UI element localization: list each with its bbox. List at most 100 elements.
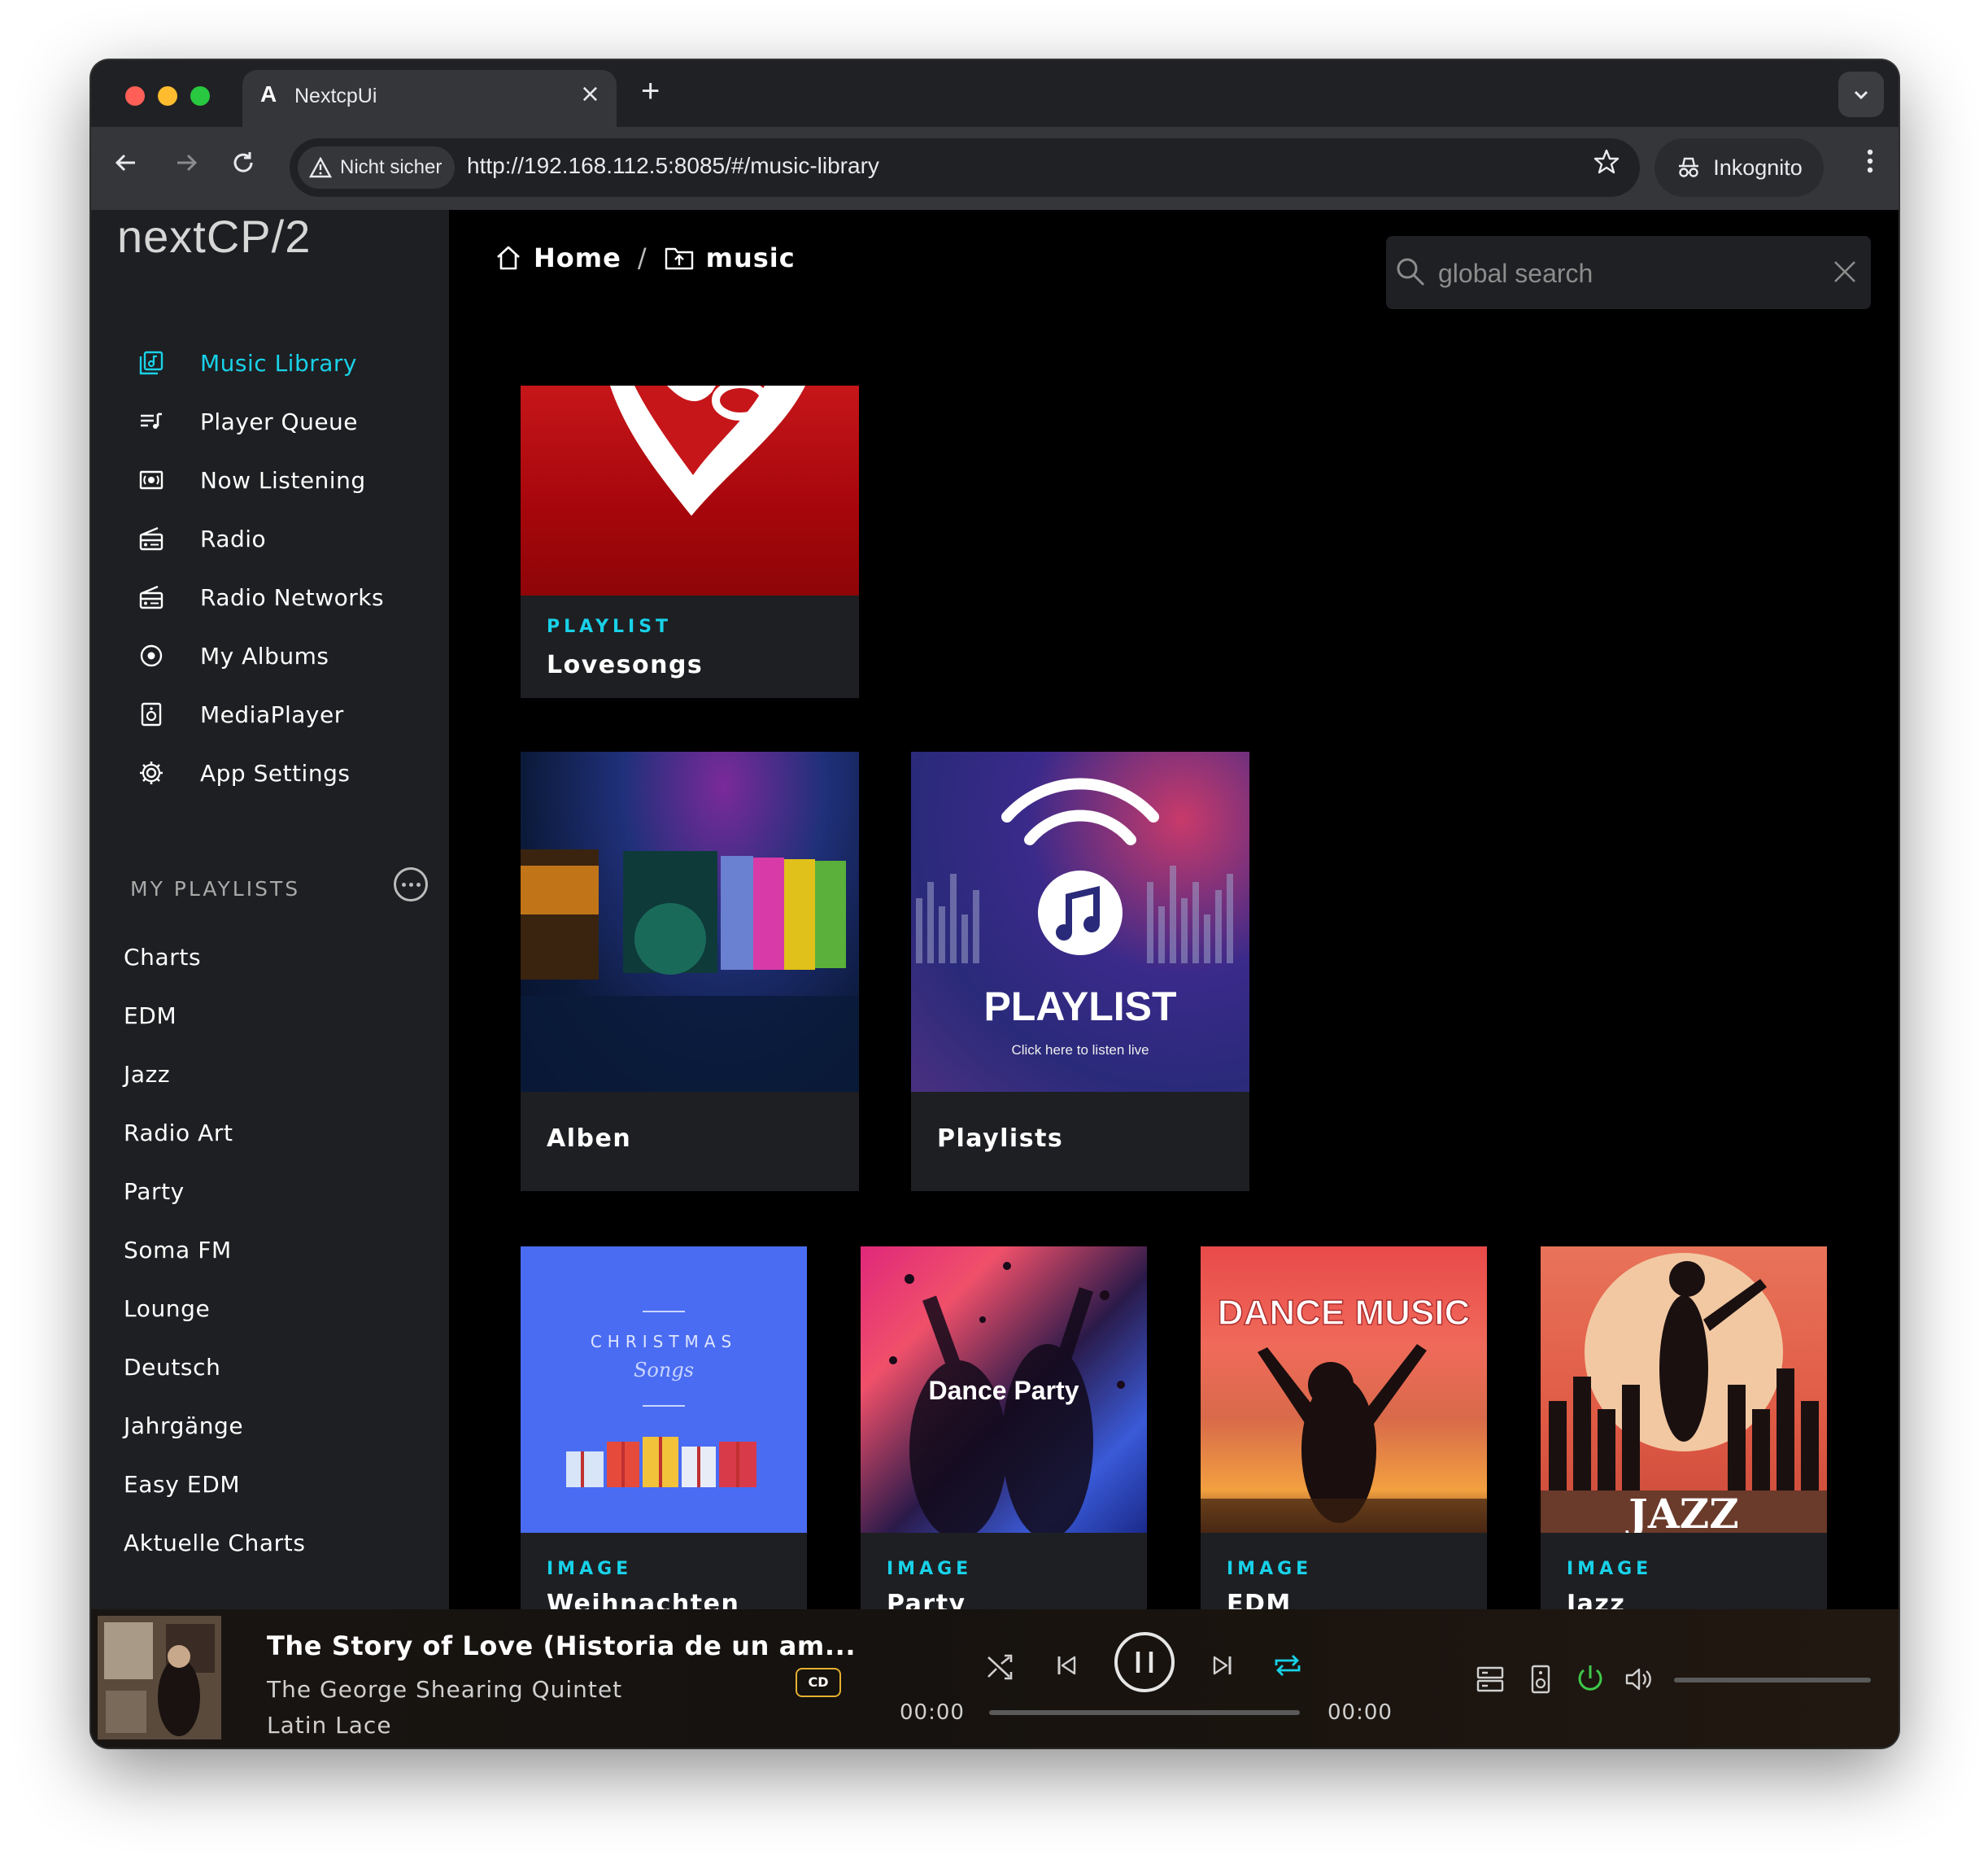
playlist-item[interactable]: Jazz bbox=[124, 1045, 306, 1103]
party-art-text: Dance Party bbox=[929, 1376, 1079, 1405]
new-tab-button[interactable]: + bbox=[641, 73, 660, 110]
nav-label: MediaPlayer bbox=[200, 700, 344, 728]
skip-previous-icon bbox=[1057, 1656, 1076, 1675]
track-artist: The George Shearing Quintet bbox=[267, 1676, 623, 1703]
breadcrumb-home[interactable]: Home bbox=[534, 242, 621, 273]
card-art-playlists: PLAYLIST Click here to listen live bbox=[911, 752, 1249, 1092]
power-button[interactable] bbox=[1572, 1660, 1609, 1697]
shuffle-button[interactable] bbox=[981, 1645, 1022, 1686]
playlists-more-button[interactable] bbox=[394, 867, 428, 901]
browser-menu-icon[interactable] bbox=[1866, 146, 1874, 182]
card-jazz[interactable]: JAZZ IMAGE Jazz bbox=[1541, 1246, 1827, 1639]
shuffle-icon bbox=[987, 1654, 1013, 1680]
renderer-button[interactable] bbox=[1523, 1661, 1559, 1697]
time-elapsed: 00:00 bbox=[900, 1700, 965, 1725]
close-window-button[interactable] bbox=[125, 86, 145, 106]
album-cover[interactable] bbox=[98, 1616, 221, 1739]
playlist-item[interactable]: Soma FM bbox=[124, 1220, 306, 1279]
server-icon bbox=[1476, 1666, 1504, 1692]
tab-favicon-icon: A bbox=[260, 81, 277, 107]
incognito-badge[interactable]: Inkognito bbox=[1654, 138, 1824, 197]
playlist-item[interactable]: Deutsch bbox=[124, 1338, 306, 1396]
arrow-left-icon bbox=[115, 154, 135, 172]
card-art-edm: DANCE MUSIC bbox=[1201, 1246, 1487, 1533]
incognito-icon bbox=[1679, 157, 1699, 177]
card-art-party: Dance Party bbox=[861, 1246, 1147, 1533]
zoom-window-button[interactable] bbox=[190, 86, 210, 106]
playlist-item[interactable]: Charts bbox=[124, 927, 306, 986]
url-text[interactable]: http://192.168.112.5:8085/#/music-librar… bbox=[467, 153, 879, 179]
power-icon bbox=[1578, 1665, 1602, 1691]
nav-label: App Settings bbox=[200, 759, 351, 787]
breadcrumb: Home / music bbox=[495, 242, 796, 273]
nav-item-music-library[interactable]: Music Library bbox=[91, 334, 449, 392]
playlist-item[interactable]: Party bbox=[124, 1162, 306, 1220]
nav-item-app-settings[interactable]: App Settings bbox=[91, 744, 449, 802]
card-playlists[interactable]: PLAYLIST Click here to listen live Playl… bbox=[911, 752, 1249, 1191]
card-alben[interactable]: Alben bbox=[521, 752, 859, 1191]
server-button[interactable] bbox=[1472, 1661, 1508, 1697]
play-pause-button[interactable] bbox=[1113, 1630, 1176, 1694]
progress-bar[interactable] bbox=[989, 1710, 1300, 1715]
library-music-icon bbox=[137, 348, 166, 378]
previous-button[interactable] bbox=[1046, 1645, 1087, 1686]
tab-close-icon[interactable]: × bbox=[580, 80, 600, 108]
queue-icon bbox=[137, 407, 166, 436]
nav-label: Player Queue bbox=[200, 408, 359, 435]
playlist-item[interactable]: Radio Art bbox=[124, 1103, 306, 1162]
bookmark-star-icon[interactable] bbox=[1593, 148, 1620, 183]
search-input[interactable] bbox=[1437, 236, 1830, 311]
browser-toolbar: Nicht sicher http://192.168.112.5:8085/#… bbox=[91, 127, 1899, 210]
volume-button[interactable] bbox=[1620, 1661, 1656, 1697]
card-party[interactable]: Dance Party IMAGE Party bbox=[861, 1246, 1147, 1639]
heart-logo-icon bbox=[610, 386, 805, 516]
reload-button[interactable] bbox=[229, 148, 257, 184]
playlist-item[interactable]: Lounge bbox=[124, 1279, 306, 1338]
playlist-list: Charts EDM Jazz Radio Art Party Soma FM … bbox=[124, 927, 306, 1572]
card-type-label: IMAGE bbox=[547, 1559, 633, 1579]
nav-item-radio-networks[interactable]: Radio Networks bbox=[91, 568, 449, 626]
chevron-down-icon bbox=[1854, 90, 1868, 100]
jazz-art-text: JAZZ bbox=[1625, 1490, 1738, 1533]
card-edm[interactable]: DANCE MUSIC IMAGE EDM bbox=[1201, 1246, 1487, 1639]
time-total: 00:00 bbox=[1328, 1700, 1393, 1725]
playlist-item[interactable]: Easy EDM bbox=[124, 1455, 306, 1513]
christmas-art-subtext: Songs bbox=[634, 1359, 694, 1381]
nav-item-my-albums[interactable]: My Albums bbox=[91, 626, 449, 685]
forward-button[interactable] bbox=[172, 148, 200, 184]
gear-icon bbox=[137, 758, 166, 788]
nav-item-radio[interactable]: Radio bbox=[91, 509, 449, 568]
next-button[interactable] bbox=[1202, 1645, 1243, 1686]
pause-icon bbox=[1114, 1632, 1175, 1692]
repeat-button[interactable] bbox=[1267, 1645, 1308, 1686]
home-icon bbox=[497, 246, 520, 270]
minimize-window-button[interactable] bbox=[158, 86, 177, 106]
nav-label: Music Library bbox=[200, 349, 357, 377]
card-art-jazz: JAZZ bbox=[1541, 1246, 1827, 1533]
track-title: The Story of Love (Historia de un am... bbox=[267, 1630, 857, 1661]
incognito-label: Inkognito bbox=[1713, 155, 1803, 180]
card-weihnachten[interactable]: CHRISTMAS Songs IMAGE Weihnachten bbox=[521, 1246, 807, 1639]
nav-item-player-queue[interactable]: Player Queue bbox=[91, 392, 449, 451]
playlist-item[interactable]: Aktuelle Charts bbox=[124, 1513, 306, 1572]
address-bar[interactable]: Nicht sicher http://192.168.112.5:8085/#… bbox=[290, 138, 1640, 197]
app-content: nextCP/2 Music Library Player Queue Now … bbox=[91, 210, 1899, 1639]
close-icon[interactable] bbox=[1829, 255, 1861, 288]
radio-icon bbox=[137, 524, 166, 553]
security-indicator[interactable]: Nicht sicher bbox=[298, 146, 456, 189]
card-lovesongs[interactable]: PLAYLIST Lovesongs bbox=[521, 386, 859, 698]
card-type-label: IMAGE bbox=[1567, 1559, 1653, 1579]
more-dot-icon bbox=[408, 882, 413, 887]
playlist-item[interactable]: EDM bbox=[124, 986, 306, 1045]
volume-slider[interactable] bbox=[1674, 1678, 1871, 1683]
playlist-item[interactable]: Jahrgänge bbox=[124, 1396, 306, 1455]
christmas-art-text: CHRISTMAS bbox=[591, 1332, 737, 1351]
browser-tab[interactable]: A NextcpUi × bbox=[242, 70, 617, 129]
global-search bbox=[1386, 236, 1871, 311]
nav-item-now-listening[interactable]: Now Listening bbox=[91, 451, 449, 509]
nav-item-media-player[interactable]: MediaPlayer bbox=[91, 685, 449, 744]
now-listening-icon bbox=[137, 465, 166, 495]
tab-search-button[interactable] bbox=[1838, 72, 1884, 117]
back-button[interactable] bbox=[112, 148, 140, 184]
repeat-icon bbox=[1275, 1655, 1301, 1676]
